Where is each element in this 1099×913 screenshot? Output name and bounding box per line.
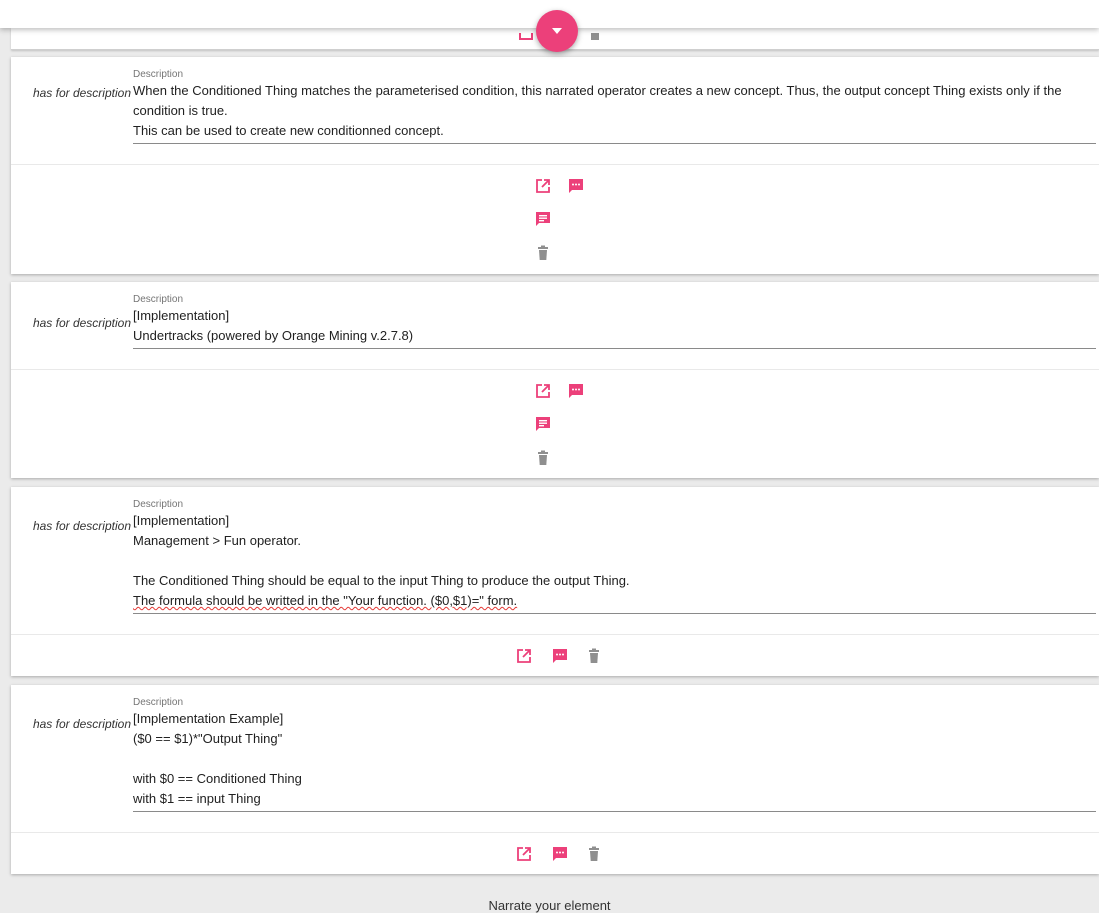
trash-icon[interactable] xyxy=(535,450,551,466)
open-in-new-icon[interactable] xyxy=(535,178,551,194)
text-line: [Implementation] xyxy=(133,308,230,323)
text-line: [Implementation] xyxy=(133,513,230,528)
trash-icon[interactable] xyxy=(590,28,600,46)
caret-down-icon xyxy=(552,28,562,34)
divider xyxy=(11,164,1099,165)
description-card: has for description Description [Impleme… xyxy=(11,487,1099,676)
divider xyxy=(11,369,1099,370)
description-text: When the Conditioned Thing matches the p… xyxy=(133,81,1096,141)
edit-icon[interactable] xyxy=(519,28,533,46)
text-line xyxy=(133,551,1096,571)
description-text: [Implementation] Undertracks (powered by… xyxy=(133,306,1096,346)
open-in-new-icon[interactable] xyxy=(516,648,532,664)
notes-icon[interactable] xyxy=(535,211,551,227)
description-card: has for description Description When the… xyxy=(11,57,1099,274)
trash-icon[interactable] xyxy=(586,846,602,862)
trash-icon[interactable] xyxy=(535,245,551,261)
description-field[interactable]: Description [Implementation] Undertracks… xyxy=(133,294,1096,349)
open-in-new-icon[interactable] xyxy=(516,846,532,862)
text-line: The formula should be writted in the "Yo… xyxy=(133,593,518,608)
text-line: Management > Fun operator. xyxy=(133,533,302,548)
text-line: This can be used to create new condition… xyxy=(133,123,444,138)
text-line: with $0 == Conditioned Thing xyxy=(133,771,302,786)
narrate-element-label[interactable]: Narrate your element xyxy=(0,898,1099,913)
property-label: has for description xyxy=(32,717,131,731)
divider xyxy=(11,634,1099,635)
field-label: Description xyxy=(133,294,184,305)
property-label: has for description xyxy=(32,316,131,330)
field-label: Description xyxy=(133,697,184,708)
property-label: has for description xyxy=(32,519,131,533)
open-in-new-icon[interactable] xyxy=(535,383,551,399)
divider xyxy=(11,832,1099,833)
comment-icon[interactable] xyxy=(568,178,584,194)
text-line: Undertracks (powered by Orange Mining v.… xyxy=(133,328,414,343)
description-card: has for description Description [Impleme… xyxy=(11,685,1099,874)
text-line: with $1 == input Thing xyxy=(133,791,261,806)
text-line: The Conditioned Thing should be equal to… xyxy=(133,573,630,588)
text-line: [Implementation Example] xyxy=(133,711,284,726)
collapse-fab-button[interactable] xyxy=(536,10,578,52)
description-text: [Implementation] Management > Fun operat… xyxy=(133,511,1096,611)
field-label: Description xyxy=(133,69,184,80)
text-line: condition is true. xyxy=(133,103,228,118)
text-line: When the Conditioned Thing matches the p… xyxy=(133,83,1062,98)
notes-icon[interactable] xyxy=(535,416,551,432)
comment-icon[interactable] xyxy=(552,648,568,664)
text-line: ($0 == $1)*"Output Thing" xyxy=(133,731,283,746)
description-field[interactable]: Description [Implementation Example] ($0… xyxy=(133,697,1096,812)
comment-icon[interactable] xyxy=(568,383,584,399)
description-card: has for description Description [Impleme… xyxy=(11,282,1099,478)
property-label: has for description xyxy=(32,86,131,100)
trash-icon[interactable] xyxy=(586,648,602,664)
comment-icon[interactable] xyxy=(552,846,568,862)
description-field[interactable]: Description [Implementation] Management … xyxy=(133,499,1096,614)
description-field[interactable]: Description When the Conditioned Thing m… xyxy=(133,69,1096,144)
text-line xyxy=(133,749,1096,769)
field-label: Description xyxy=(133,499,184,510)
description-text: [Implementation Example] ($0 == $1)*"Out… xyxy=(133,709,1096,809)
